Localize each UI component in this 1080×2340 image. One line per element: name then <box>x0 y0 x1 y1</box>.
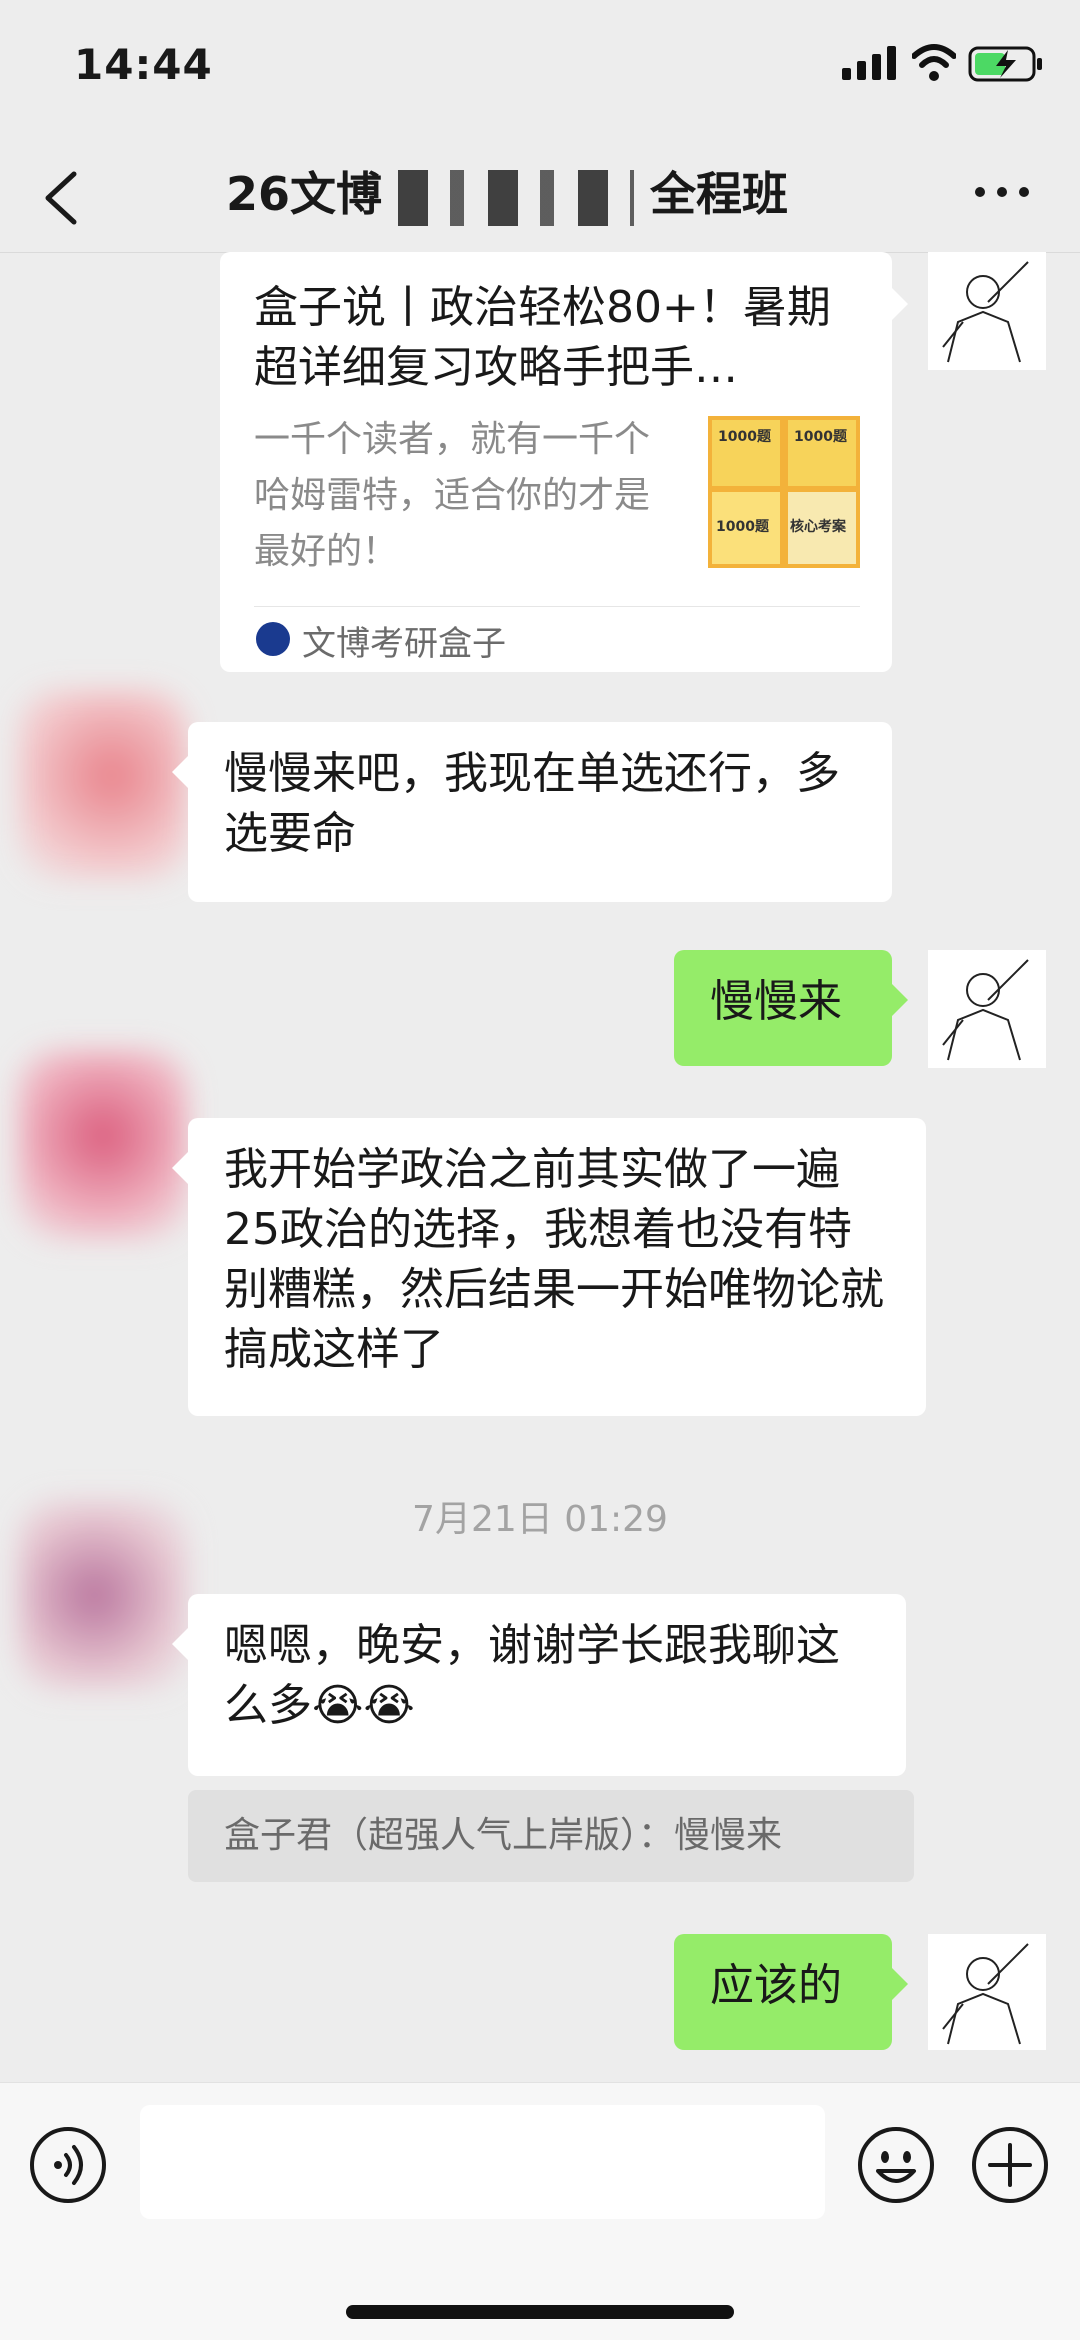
chat-header: 26文博 全程班 <box>0 140 1080 253</box>
voice-icon[interactable] <box>28 2125 108 2205</box>
status-bar: 14:44 <box>0 0 1080 140</box>
back-chevron-icon[interactable] <box>38 170 88 226</box>
card-thumbnail: 1000题 1000题 1000题 核心考案 <box>708 416 860 568</box>
battery-charging-icon <box>968 46 1042 82</box>
plus-icon[interactable] <box>970 2125 1050 2205</box>
avatar-me[interactable] <box>928 1934 1046 2050</box>
card-divider <box>254 606 860 607</box>
thumb-label: 1000题 <box>794 429 847 445</box>
message-bubble-me[interactable]: 应该的 <box>674 1934 908 2050</box>
chat-title-left: 26文博 <box>226 167 383 221</box>
message-input[interactable] <box>140 2105 825 2219</box>
avatar-other[interactable] <box>18 1050 188 1240</box>
home-indicator <box>346 2305 734 2319</box>
wifi-icon <box>912 44 956 81</box>
chat-title: 26文博 全程班 <box>226 158 788 226</box>
thumb-label: 1000题 <box>716 519 769 535</box>
card-title: 盒子说丨政治轻松80+！暑期超详细复习攻略手把手… <box>254 282 831 393</box>
thumb-label: 1000题 <box>718 429 771 445</box>
message-bubble-other[interactable]: 嗯嗯，晚安，谢谢学长跟我聊这么多😭😭 <box>172 1594 906 1776</box>
card-source: 文博考研盒子 <box>302 624 506 664</box>
avatar-me[interactable] <box>928 950 1046 1068</box>
message-bubble-other[interactable]: 我开始学政治之前其实做了一遍25政治的选择，我想着也没有特别糟糕，然后结果一开始… <box>172 1118 926 1416</box>
avatar-sketch-icon <box>942 261 1029 363</box>
title-redacted-block <box>398 169 635 226</box>
message-bubble-me[interactable]: 慢慢来 <box>674 950 908 1066</box>
signal-icon <box>842 46 896 80</box>
article-card[interactable]: 盒子说丨政治轻松80+！暑期超详细复习攻略手把手… 一千个读者，就有一千个哈姆雷… <box>220 252 908 672</box>
chat-title-right: 全程班 <box>650 167 789 221</box>
status-time: 14:44 <box>74 40 213 89</box>
more-dots-icon[interactable] <box>972 182 1032 202</box>
source-logo-icon <box>256 622 290 656</box>
quoted-message[interactable]: 盒子君（超强人气上岸版）：慢慢来 <box>188 1790 914 1882</box>
avatar-sketch-icon <box>942 959 1029 1061</box>
avatar-other[interactable] <box>18 1500 188 1690</box>
avatar-other[interactable] <box>18 690 188 880</box>
message-bubble-other[interactable]: 慢慢来吧，我现在单选还行，多选要命 <box>172 722 892 902</box>
emoji-icon[interactable] <box>856 2125 936 2205</box>
input-bar <box>0 2082 1080 2340</box>
card-description: 一千个读者，就有一千个哈姆雷特，适合你的才是最好的！ <box>254 419 651 572</box>
avatar-sketch-icon <box>942 1943 1029 2045</box>
avatar-me[interactable] <box>928 252 1046 370</box>
thumb-label: 核心考案 <box>790 519 846 535</box>
